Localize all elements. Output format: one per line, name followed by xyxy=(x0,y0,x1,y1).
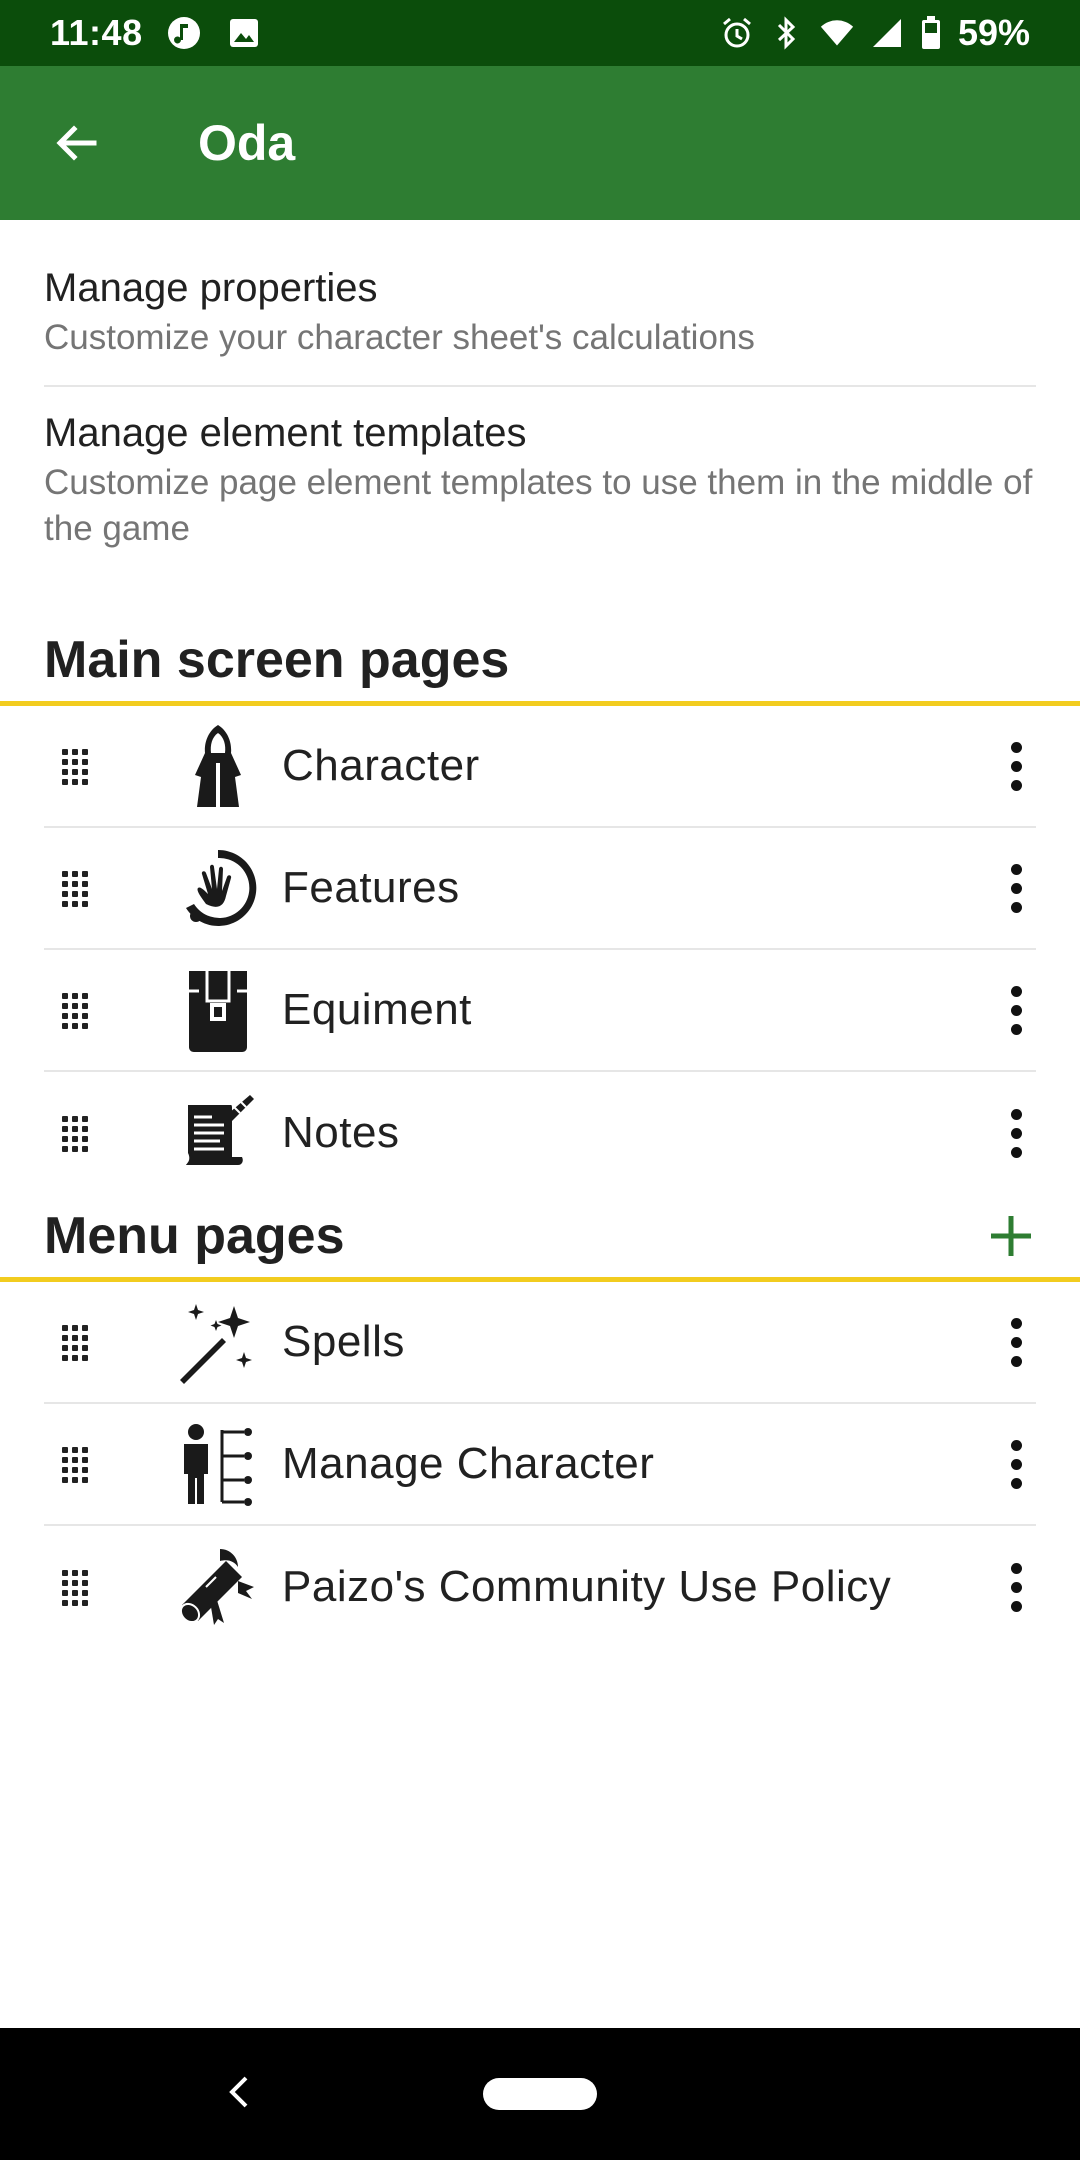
item-label: Manage Character xyxy=(282,1439,655,1488)
hand-circle-icon xyxy=(176,843,260,933)
bluetooth-icon xyxy=(770,16,804,50)
section-title: Main screen pages xyxy=(44,630,510,689)
list-item[interactable]: Features xyxy=(44,828,1036,950)
wifi-icon xyxy=(820,16,854,50)
system-nav-bar xyxy=(0,2028,1080,2160)
setting-title: Manage element templates xyxy=(44,411,527,455)
list-item[interactable]: Spells xyxy=(44,1282,1036,1404)
setting-title: Manage properties xyxy=(44,266,378,310)
add-icon[interactable] xyxy=(986,1211,1036,1261)
more-vert-icon[interactable] xyxy=(996,853,1036,923)
setting-subtitle: Customize your character sheet's calcula… xyxy=(44,318,755,357)
more-vert-icon[interactable] xyxy=(996,1552,1036,1622)
music-note-icon xyxy=(167,16,201,50)
drag-handle-icon[interactable] xyxy=(62,993,92,1029)
list-item[interactable]: Character xyxy=(44,706,1036,828)
list-item[interactable]: Manage Character xyxy=(44,1404,1036,1526)
diploma-scroll-icon xyxy=(176,1542,260,1632)
main-screen-pages-header: Main screen pages xyxy=(0,618,1080,706)
item-label: Equiment xyxy=(282,985,472,1034)
nav-home-pill[interactable] xyxy=(483,2078,597,2110)
battery-level: 59% xyxy=(957,12,1030,53)
item-label: Features xyxy=(282,863,460,912)
app-bar: Oda xyxy=(0,66,1080,220)
drag-handle-icon[interactable] xyxy=(62,1116,92,1152)
more-vert-icon[interactable] xyxy=(996,1429,1036,1499)
list-item[interactable]: Paizo's Community Use Policy xyxy=(44,1526,1036,1648)
item-label: Paizo's Community Use Policy xyxy=(282,1562,892,1611)
menu-pages-header: Menu pages xyxy=(0,1194,1080,1282)
more-vert-icon[interactable] xyxy=(996,731,1036,801)
list-item[interactable]: Equiment xyxy=(44,950,1036,1072)
signal-icon xyxy=(870,16,904,50)
main-pages-list: Character Features Equiment Notes xyxy=(0,706,1080,1194)
setting-subtitle: Customize page element templates to use … xyxy=(44,463,1033,548)
backpack-icon xyxy=(176,965,260,1055)
drag-handle-icon[interactable] xyxy=(62,749,92,785)
more-vert-icon[interactable] xyxy=(996,975,1036,1045)
manage-element-templates-row[interactable]: Manage element templates Customize page … xyxy=(44,387,1036,572)
more-vert-icon[interactable] xyxy=(996,1098,1036,1168)
hooded-figure-icon xyxy=(176,721,260,811)
section-title: Menu pages xyxy=(44,1206,345,1265)
manage-properties-row[interactable]: Manage properties Customize your charact… xyxy=(44,220,1036,387)
item-label: Spells xyxy=(282,1317,405,1366)
back-arrow-icon[interactable] xyxy=(54,121,98,165)
image-icon xyxy=(227,16,261,50)
item-label: Character xyxy=(282,741,480,790)
scroll-quill-icon xyxy=(176,1088,260,1178)
menu-pages-list: Spells Manage Character Paizo's Communit… xyxy=(0,1282,1080,1648)
battery-icon xyxy=(920,16,942,50)
page-title: Oda xyxy=(198,115,296,171)
drag-handle-icon[interactable] xyxy=(62,1325,92,1361)
person-tree-icon xyxy=(176,1419,260,1509)
drag-handle-icon[interactable] xyxy=(62,1447,92,1483)
magic-wand-icon xyxy=(176,1297,260,1387)
status-time: 11:48 xyxy=(50,12,143,53)
content: Manage properties Customize your charact… xyxy=(0,220,1080,1648)
more-vert-icon[interactable] xyxy=(996,1307,1036,1377)
item-label: Notes xyxy=(282,1108,400,1157)
drag-handle-icon[interactable] xyxy=(62,871,92,907)
list-item[interactable]: Notes xyxy=(44,1072,1036,1194)
status-bar: 11:48 59% xyxy=(0,0,1080,66)
nav-back-icon[interactable] xyxy=(224,2072,254,2112)
drag-handle-icon[interactable] xyxy=(62,1570,92,1606)
alarm-icon xyxy=(720,16,754,50)
